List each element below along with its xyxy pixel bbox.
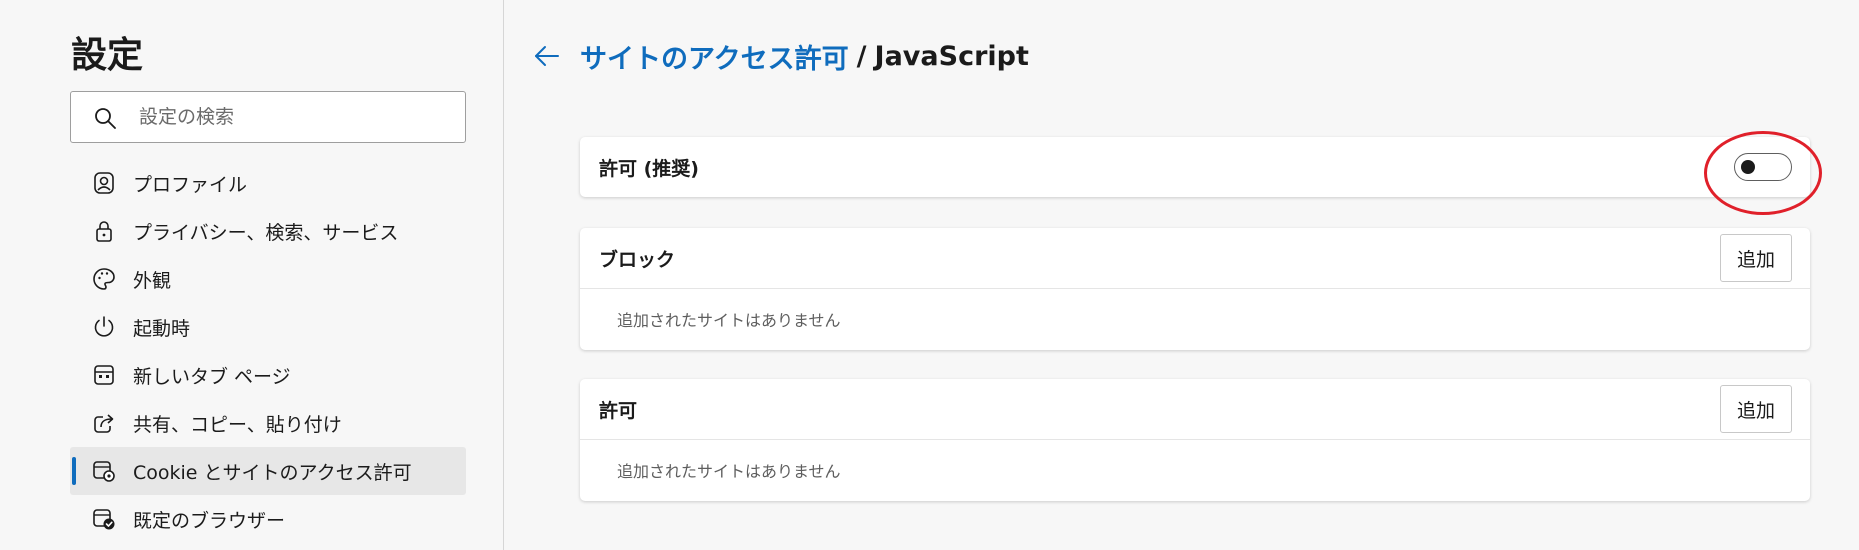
block-section-title: ブロック	[599, 248, 676, 271]
breadcrumb-separator: /	[856, 40, 867, 72]
allow-recommended-card: 許可 (推奨)	[580, 137, 1810, 197]
sidebar-item-label: 共有、コピー、貼り付け	[133, 413, 342, 436]
sidebar-item-label: プライバシー、検索、サービス	[133, 221, 399, 244]
sidebar-item-label: Cookie とサイトのアクセス許可	[133, 461, 412, 484]
breadcrumb-site-permissions-link[interactable]: サイトのアクセス許可	[580, 37, 849, 76]
sidebar-item-profiles[interactable]: プロファイル	[70, 159, 466, 207]
sidebar-item-label: 外観	[133, 269, 172, 292]
sidebar-item-label: 既定のブラウザー	[133, 509, 286, 532]
sidebar-item-label: 新しいタブ ページ	[133, 365, 291, 388]
search-input[interactable]	[139, 102, 449, 132]
sidebar-item-label: プロファイル	[133, 173, 248, 196]
power-icon	[91, 314, 117, 340]
block-section-card: ブロック 追加 追加されたサイトはありません	[580, 228, 1810, 350]
toggle-knob	[1741, 160, 1755, 174]
sidebar-item-new-tab-page[interactable]: 新しいタブ ページ	[70, 351, 466, 399]
arrow-left-icon	[535, 46, 559, 66]
sidebar-item-privacy[interactable]: プライバシー、検索、サービス	[70, 207, 466, 255]
javascript-toggle[interactable]	[1734, 153, 1792, 181]
search-box[interactable]	[70, 91, 466, 143]
allow-section-card: 許可 追加 追加されたサイトはありません	[580, 379, 1810, 501]
default-browser-icon	[91, 506, 117, 532]
allow-empty-text: 追加されたサイトはありません	[617, 462, 841, 481]
sidebar-nav: プロファイル プライバシー、検索、サービス 外観 起動時 新しいタブ ページ 共…	[70, 159, 466, 543]
lock-icon	[91, 218, 117, 244]
new-tab-page-icon	[91, 362, 117, 388]
sidebar-title: 設定	[71, 35, 144, 76]
allow-section-title: 許可	[599, 399, 638, 422]
allow-add-button[interactable]: 追加	[1720, 385, 1792, 433]
profile-icon	[91, 170, 117, 196]
back-button[interactable]	[532, 41, 562, 71]
sidebar-item-label: 起動時	[133, 317, 191, 340]
sidebar-item-cookies-permissions[interactable]: Cookie とサイトのアクセス許可	[70, 447, 466, 495]
page-header: サイトのアクセス許可 / JavaScript	[532, 36, 1029, 76]
sidebar: 設定 プロファイル	[0, 0, 504, 550]
allow-recommended-row: 許可 (推奨)	[580, 137, 1810, 197]
block-section-header: ブロック 追加	[580, 228, 1810, 288]
search-icon	[95, 108, 116, 129]
page-title: JavaScript	[874, 40, 1029, 72]
sidebar-item-appearance[interactable]: 外観	[70, 255, 466, 303]
block-empty-text: 追加されたサイトはありません	[617, 311, 841, 330]
sidebar-item-default-browser[interactable]: 既定のブラウザー	[70, 495, 466, 543]
share-icon	[91, 410, 117, 436]
sidebar-item-share-copy-paste[interactable]: 共有、コピー、貼り付け	[70, 399, 466, 447]
palette-icon	[91, 266, 117, 292]
cookie-permissions-icon	[91, 458, 117, 484]
allow-recommended-label: 許可 (推奨)	[599, 157, 699, 180]
sidebar-item-startup[interactable]: 起動時	[70, 303, 466, 351]
block-add-button[interactable]: 追加	[1720, 234, 1792, 282]
allow-section-header: 許可 追加	[580, 379, 1810, 439]
